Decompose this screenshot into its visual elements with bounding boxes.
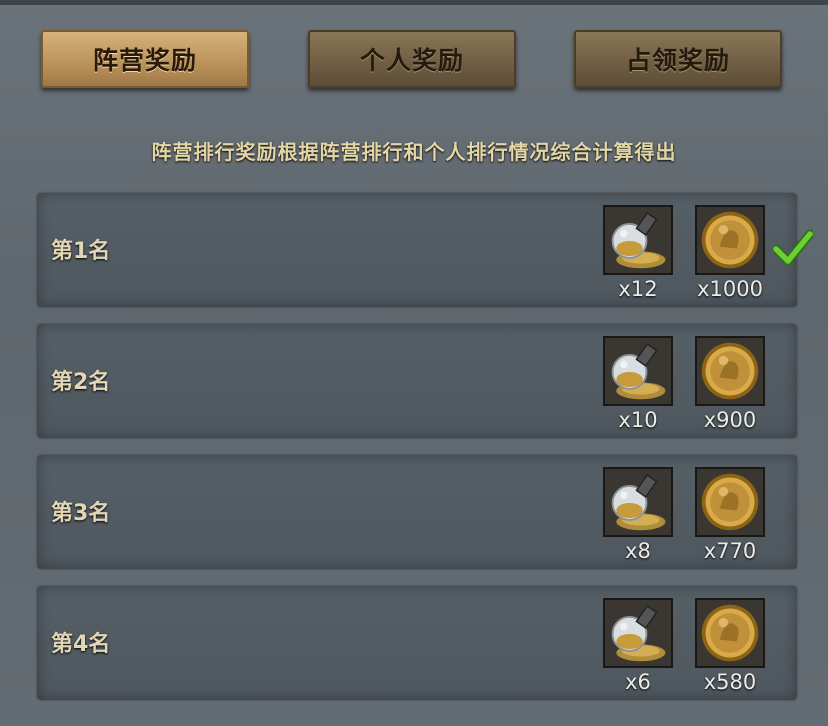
tab-faction-rewards[interactable]: 阵营奖励 <box>41 30 249 88</box>
reward-row: 第4名 x6 x580 <box>37 586 797 700</box>
tab-occupation-rewards[interactable]: 占领奖励 <box>574 30 782 88</box>
top-border <box>0 0 828 5</box>
gold-dust-bottle-icon[interactable] <box>603 336 673 406</box>
tab-personal-rewards[interactable]: 个人奖励 <box>308 30 516 88</box>
rank-label: 第4名 <box>51 632 111 657</box>
gold-dust-bottle-icon[interactable] <box>603 205 673 275</box>
gold-coin-icon[interactable] <box>695 336 765 406</box>
item-quantity: x12 <box>618 277 658 301</box>
item-quantity: x10 <box>618 408 658 432</box>
gold-dust-bottle-icon[interactable] <box>603 467 673 537</box>
item-quantity: x770 <box>703 539 757 563</box>
reward-row: 第2名 x10 x900 <box>37 324 797 438</box>
gold-coin-icon[interactable] <box>695 205 765 275</box>
gold-coin-icon[interactable] <box>695 467 765 537</box>
rank-label: 第3名 <box>51 501 111 526</box>
rank-label: 第2名 <box>51 370 111 395</box>
rewards-description: 阵营排行奖励根据阵营排行和个人排行情况综合计算得出 <box>151 140 677 164</box>
item-quantity: x6 <box>625 670 651 694</box>
gold-dust-bottle-icon[interactable] <box>603 598 673 668</box>
check-icon <box>773 229 813 266</box>
reward-row: 第3名 x8 x770 <box>37 455 797 569</box>
item-quantity: x1000 <box>697 277 763 301</box>
item-quantity: x8 <box>625 539 651 563</box>
item-quantity: x900 <box>703 408 757 432</box>
item-quantity: x580 <box>703 670 757 694</box>
reward-row: 第1名 x12 x1000 <box>37 193 813 307</box>
rank-label: 第1名 <box>51 239 111 264</box>
gold-coin-icon[interactable] <box>695 598 765 668</box>
